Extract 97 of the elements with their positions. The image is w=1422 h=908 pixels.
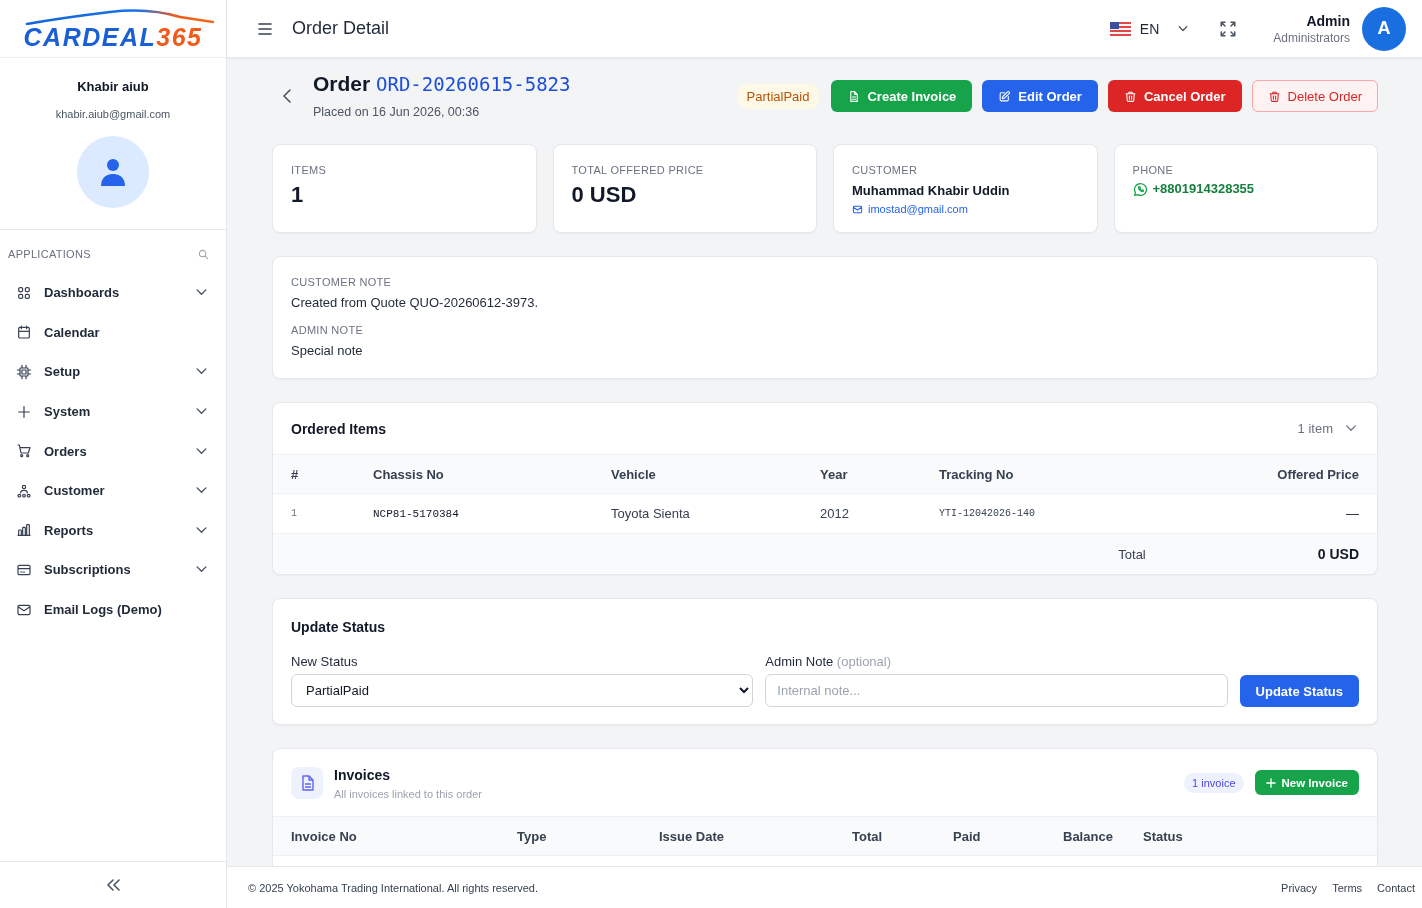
- note-input[interactable]: Internal note...: [765, 674, 1228, 707]
- nav-item[interactable]: Subscriptions: [0, 550, 226, 590]
- stat-label: TOTAL OFFERED PRICE: [571, 163, 704, 177]
- column-header: Invoice No: [291, 828, 357, 844]
- nav-item[interactable]: Email Logs (Demo): [0, 589, 226, 630]
- footer-link[interactable]: Terms: [1332, 881, 1363, 894]
- user-email: khabir.aiub@gmail.com: [55, 107, 171, 121]
- trash-icon: [1267, 89, 1281, 103]
- card-title: Update Status: [291, 618, 386, 637]
- user-avatar[interactable]: A: [1362, 6, 1406, 51]
- user-silhouette-icon: [77, 136, 149, 208]
- card-subtitle: All invoices linked to this order: [334, 786, 482, 801]
- footer-link[interactable]: Privacy: [1281, 881, 1318, 894]
- total-value: 0 USD: [1317, 546, 1359, 562]
- column-header: Total: [852, 828, 883, 844]
- footer-link[interactable]: Contact: [1377, 881, 1415, 894]
- envelope-icon: [852, 203, 863, 215]
- chip-icon: [16, 364, 32, 380]
- calendar-icon: [16, 324, 32, 341]
- order-title: Order ORD-20260615-5823: [313, 71, 571, 97]
- note-text: Special note: [291, 342, 363, 360]
- column-header: Balance: [1063, 828, 1113, 844]
- note-label: CUSTOMER NOTE: [291, 275, 392, 289]
- user-name: Admin: [1306, 11, 1350, 30]
- column-header: Year: [820, 466, 848, 482]
- stat-label: ITEMS: [291, 163, 327, 177]
- nav-item[interactable]: System: [0, 391, 226, 432]
- status-badge: PartialPaid: [736, 83, 820, 109]
- status-select[interactable]: PartialPaid: [291, 674, 754, 707]
- column-header: Offered Price: [1277, 466, 1359, 482]
- edit-button[interactable]: Edit Order: [982, 80, 1098, 112]
- nav-item[interactable]: Setup: [0, 352, 226, 392]
- update-status-button[interactable]: Update Status: [1239, 675, 1359, 707]
- stat-label: CUSTOMER: [852, 163, 918, 177]
- user-role: Administrators: [1273, 29, 1350, 46]
- column-header: Tracking No: [939, 466, 1014, 482]
- section-title: APPLICATIONS: [8, 247, 91, 261]
- fullscreen-icon[interactable]: [1219, 19, 1238, 38]
- nav-item[interactable]: Customer: [0, 470, 226, 511]
- column-header: Chassis No: [373, 466, 444, 482]
- customer-name: Muhammad Khabir Uddin: [852, 183, 1010, 199]
- column-header: Paid: [953, 828, 981, 844]
- trash-icon: [1123, 89, 1137, 103]
- column-header: Status: [1143, 828, 1183, 844]
- table-cell: Toyota Sienta: [611, 506, 690, 521]
- user-name: Khabir aiub: [77, 79, 149, 95]
- cancel-button[interactable]: Cancel Order: [1107, 80, 1242, 112]
- double-chevron-left-icon[interactable]: [106, 879, 120, 891]
- nav-item[interactable]: Calendar: [0, 312, 226, 353]
- card-title: Invoices: [334, 765, 391, 785]
- bar-chart-icon: [16, 522, 32, 539]
- grid-icon: [16, 284, 32, 301]
- column-header: Vehicle: [611, 466, 656, 482]
- chat-phone-icon: [1132, 181, 1148, 197]
- cart-icon: [16, 443, 32, 460]
- card-title: Ordered Items: [291, 419, 386, 439]
- column-header: Issue Date: [659, 828, 725, 844]
- note-text: Created from Quote QUO-20260612-3973.: [291, 294, 539, 312]
- nav-item[interactable]: Dashboards: [0, 273, 226, 313]
- table-cell: NCP81-5170384: [373, 507, 459, 520]
- copyright-text: © 2025 Yokohama Trading International. All rights reserved.: [248, 881, 538, 894]
- table-cell: —: [1346, 506, 1359, 521]
- language-button[interactable]: EN: [1109, 20, 1189, 37]
- logo-text: CARDEAL365: [23, 24, 203, 49]
- chevron-down-icon: [1178, 25, 1189, 32]
- back-icon[interactable]: [283, 89, 291, 103]
- count-badge: 1 invoice: [1184, 772, 1244, 793]
- column-header: Type: [517, 828, 547, 844]
- phone-link[interactable]: +8801914328355: [1152, 181, 1255, 197]
- note-label: ADMIN NOTE: [291, 323, 364, 337]
- document-icon: [291, 766, 323, 799]
- delete-button[interactable]: Delete Order: [1251, 80, 1378, 112]
- plus-icon: [1265, 777, 1276, 788]
- menu-icon[interactable]: [258, 22, 272, 35]
- flag-icon: [1109, 21, 1131, 36]
- nav-item[interactable]: Reports: [0, 510, 226, 551]
- table-cell: YTI-12042026-140: [939, 508, 1035, 519]
- people-icon: [16, 482, 32, 499]
- plus-icon: [16, 403, 32, 420]
- document-icon: [847, 89, 861, 103]
- stat-label: PHONE: [1132, 163, 1174, 177]
- field-label: New Status: [291, 653, 358, 671]
- table-cell: 2012: [820, 506, 849, 521]
- field-label: Admin Note (optional): [765, 653, 892, 671]
- stat-value: 1: [291, 181, 304, 209]
- page-title: Order Detail: [292, 18, 390, 39]
- edit-icon: [998, 89, 1012, 103]
- order-date: Placed on 16 Jun 2026, 00:36: [313, 104, 480, 121]
- column-header: #: [291, 466, 299, 482]
- email-link[interactable]: imostad@gmail.com: [868, 202, 968, 216]
- stat-value: 0 USD: [571, 181, 637, 209]
- table-cell: 1: [291, 508, 297, 519]
- item-count: 1 item: [1297, 421, 1333, 436]
- nav-item[interactable]: Orders: [0, 431, 226, 471]
- car-swoosh-icon: [25, 8, 215, 25]
- chevron-down-icon[interactable]: [1345, 425, 1357, 432]
- total-label: Total: [1118, 546, 1146, 562]
